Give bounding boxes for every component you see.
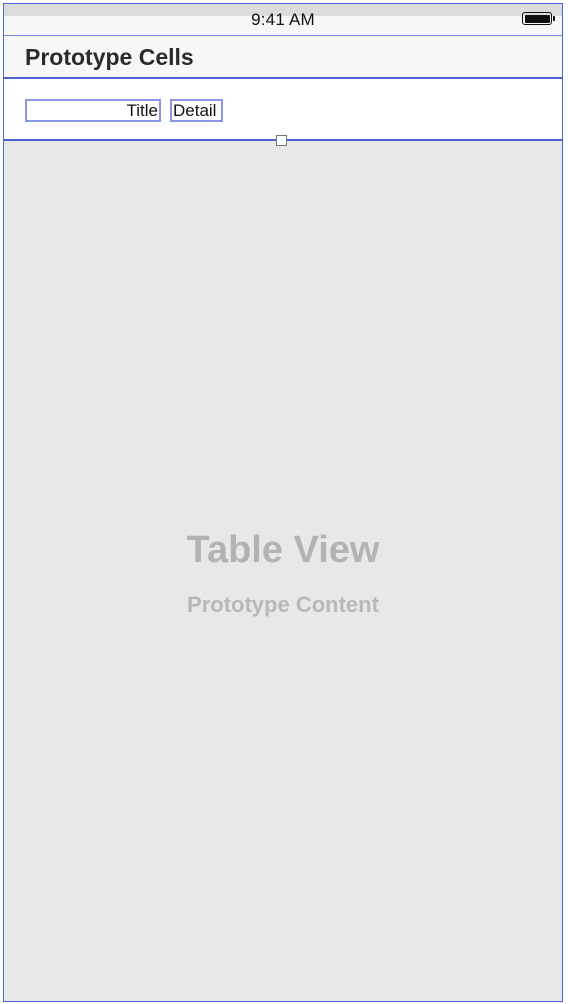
section-header[interactable]: Prototype Cells bbox=[4, 35, 562, 77]
table-view-placeholder-title: Table View bbox=[186, 529, 380, 571]
table-view-placeholder-subtitle: Prototype Content bbox=[187, 592, 379, 617]
cell-resize-handle[interactable] bbox=[276, 135, 287, 146]
table-view-controller-canvas[interactable]: 9:41 AM Prototype Cells Title Detail Tab… bbox=[3, 3, 563, 1002]
prototype-cell[interactable]: Title Detail bbox=[4, 77, 562, 141]
section-title: Prototype Cells bbox=[25, 44, 194, 70]
cell-detail-label[interactable]: Detail bbox=[170, 99, 223, 122]
battery-tip bbox=[553, 16, 555, 21]
status-time: 9:41 AM bbox=[251, 10, 315, 29]
battery-fill bbox=[524, 14, 550, 23]
status-bar: 9:41 AM bbox=[4, 4, 562, 35]
battery-icon bbox=[522, 12, 555, 25]
cell-title-label[interactable]: Title bbox=[25, 99, 161, 122]
